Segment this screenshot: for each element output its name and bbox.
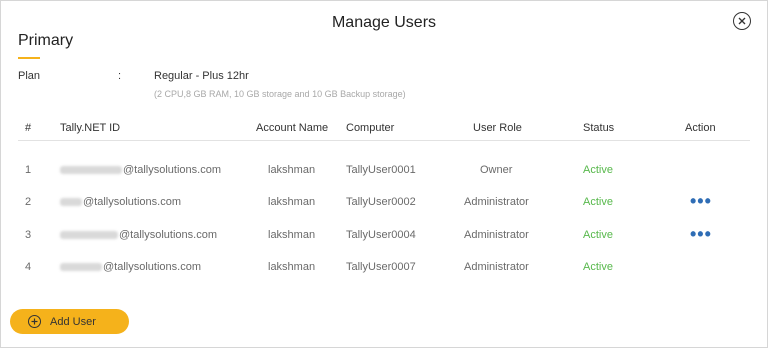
header-status: Status [583, 122, 615, 134]
header-computer: Computer [346, 122, 395, 134]
account-name: lakshman [268, 196, 316, 208]
table-row: 4 @tallysolutions.com lakshman TallyUser… [18, 261, 750, 281]
redacted-id [60, 263, 102, 272]
status-badge: Active [583, 196, 613, 208]
table-row: 2 @tallysolutions.com lakshman TallyUser… [18, 192, 750, 216]
status-badge: Active [583, 261, 613, 273]
plan-description: (2 CPU,8 GB RAM, 10 GB storage and 10 GB… [154, 89, 406, 99]
redacted-id [60, 198, 82, 207]
tally-id-domain: @tallysolutions.com [119, 229, 217, 241]
tally-id: @tallysolutions.com [60, 164, 221, 176]
computer-name: TallyUser0001 [346, 164, 416, 176]
row-num: 3 [25, 229, 32, 241]
user-role: Administrator [464, 261, 529, 273]
account-name: lakshman [268, 164, 316, 176]
tally-id: @tallysolutions.com [60, 229, 217, 241]
close-button[interactable] [733, 12, 751, 30]
section-title: Primary [18, 32, 74, 49]
header-tally-id: Tally.NET ID [60, 122, 121, 134]
table-row: 1 @tallysolutions.com lakshman TallyUser… [18, 164, 750, 184]
plan-separator: : [118, 70, 122, 82]
status-badge: Active [583, 229, 613, 241]
user-role: Owner [480, 164, 513, 176]
row-actions-button[interactable]: ••• [690, 225, 712, 243]
status-badge: Active [583, 164, 613, 176]
table-row: 3 @tallysolutions.com lakshman TallyUser… [18, 225, 750, 249]
redacted-id [60, 166, 122, 175]
computer-name: TallyUser0002 [346, 196, 416, 208]
account-name: lakshman [268, 229, 316, 241]
row-num: 4 [25, 261, 32, 273]
add-user-button[interactable]: Add User [10, 309, 129, 334]
tally-id-domain: @tallysolutions.com [103, 261, 201, 273]
header-account-name: Account Name [256, 122, 329, 134]
header-num: # [25, 122, 32, 134]
tally-id-domain: @tallysolutions.com [83, 196, 181, 208]
tally-id-domain: @tallysolutions.com [123, 164, 221, 176]
tally-id: @tallysolutions.com [60, 261, 201, 273]
account-name: lakshman [268, 261, 316, 273]
computer-name: TallyUser0007 [346, 261, 416, 273]
header-action: Action [685, 122, 716, 134]
plan-value: Regular - Plus 12hr [154, 70, 249, 82]
row-num: 1 [25, 164, 32, 176]
computer-name: TallyUser0004 [346, 229, 416, 241]
close-icon [738, 17, 746, 25]
table-header: # Tally.NET ID Account Name Computer Use… [18, 118, 750, 141]
tally-id: @tallysolutions.com [60, 196, 181, 208]
add-user-label: Add User [50, 315, 96, 328]
dialog-title: Manage Users [331, 14, 437, 31]
user-role: Administrator [464, 229, 529, 241]
plus-circle-icon [28, 315, 41, 328]
header-user-role: User Role [473, 122, 522, 134]
row-num: 2 [25, 196, 32, 208]
redacted-id [60, 231, 118, 240]
user-role: Administrator [464, 196, 529, 208]
plan-label: Plan [18, 70, 41, 82]
row-actions-button[interactable]: ••• [690, 192, 712, 210]
section-title-underline [18, 57, 40, 59]
